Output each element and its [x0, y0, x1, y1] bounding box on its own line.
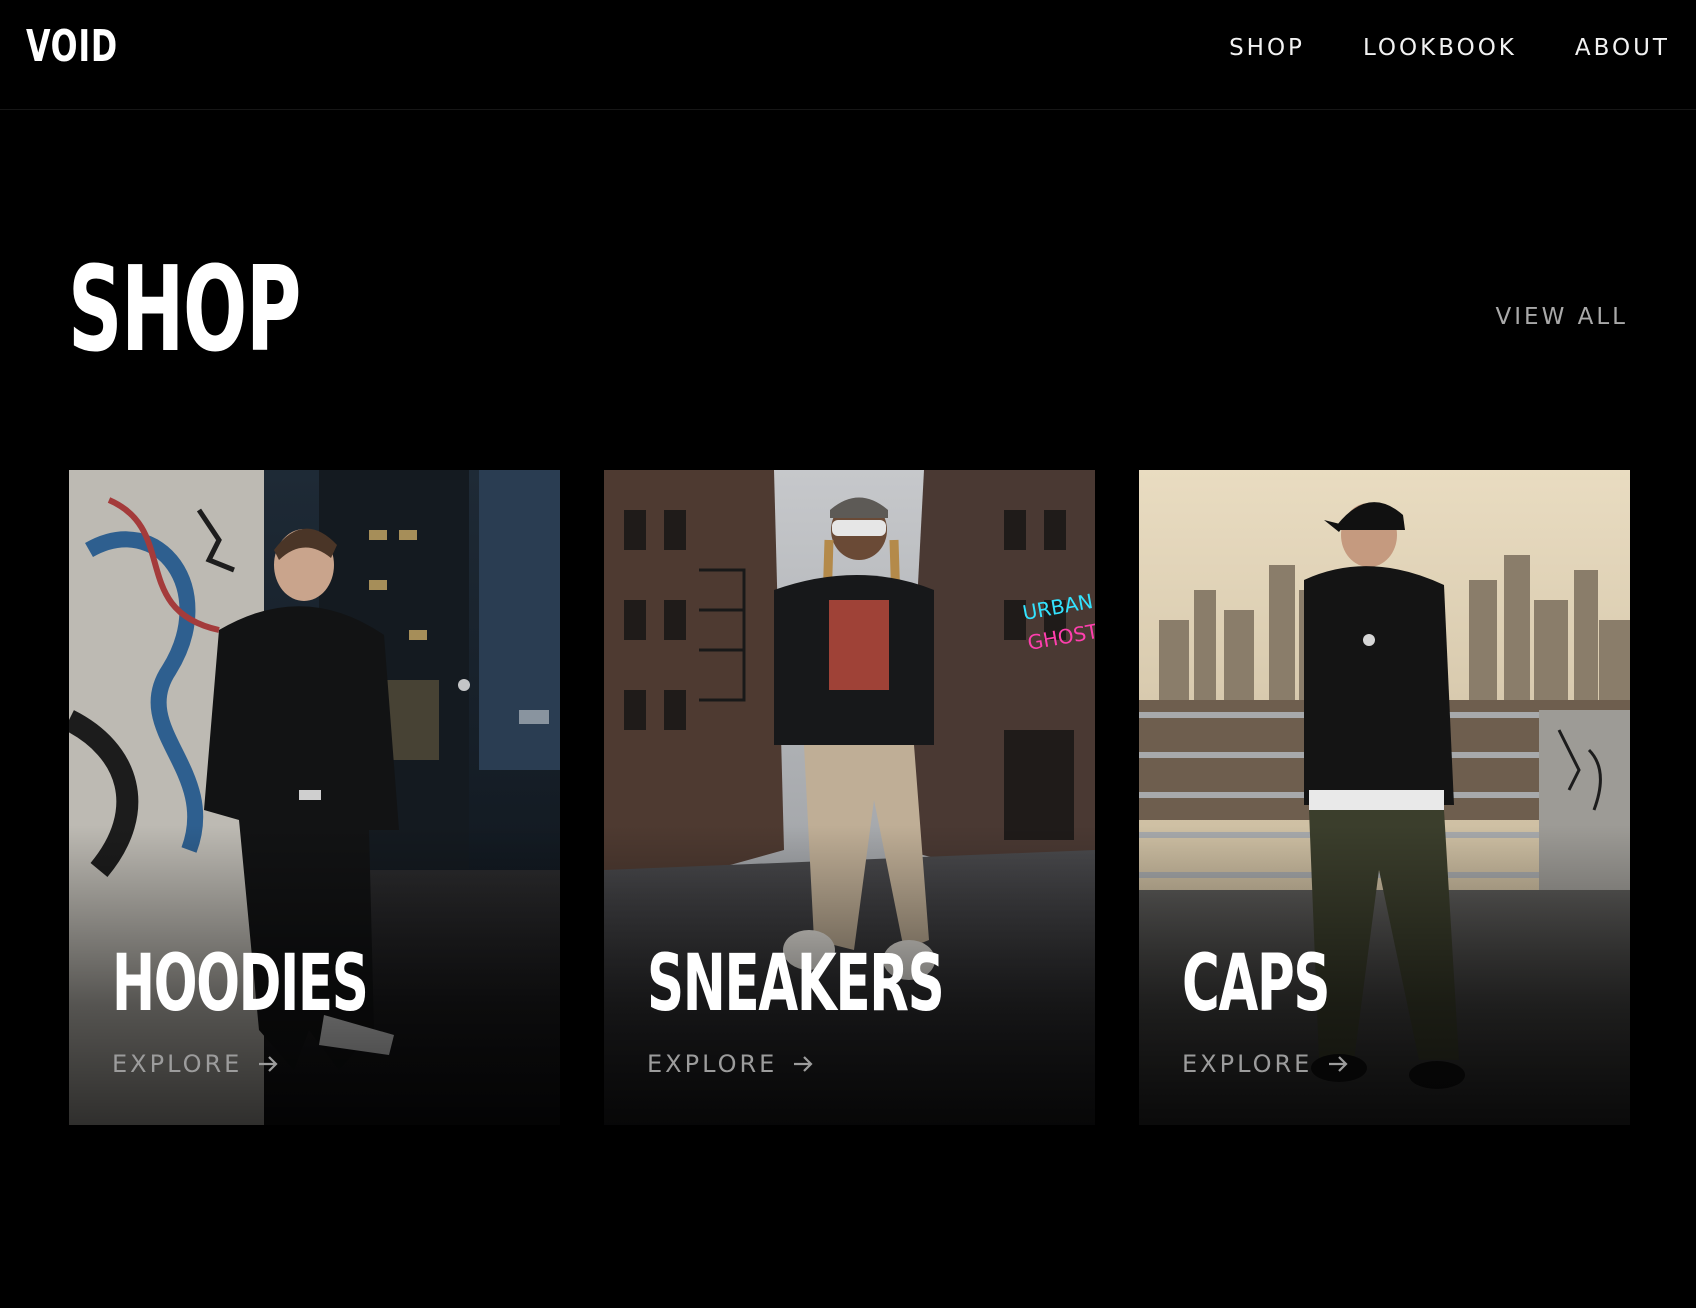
explore-link[interactable]: EXPLORE — [1182, 1050, 1350, 1078]
page-title: SHOP — [68, 240, 301, 378]
category-card-sneakers[interactable]: URBAN GHOST SNEAKERS EXPLORE — [604, 470, 1095, 1125]
card-title: HOODIES — [112, 939, 369, 1029]
arrow-right-icon — [1329, 1056, 1348, 1072]
explore-link[interactable]: EXPLORE — [112, 1050, 280, 1078]
arrow-right-icon — [794, 1056, 813, 1072]
arrow-right-icon — [259, 1056, 278, 1072]
explore-link[interactable]: EXPLORE — [647, 1050, 815, 1078]
nav-link-shop[interactable]: SHOP — [1229, 33, 1305, 63]
nav-link-lookbook[interactable]: LOOKBOOK — [1363, 33, 1517, 63]
category-card-caps[interactable]: CAPS EXPLORE — [1139, 470, 1630, 1125]
card-title: CAPS — [1182, 939, 1330, 1029]
category-grid: HOODIES EXPLORE URBAN GHOST SNEAKERS EXP… — [69, 470, 1630, 1125]
brand-logo[interactable]: VOID — [26, 22, 118, 72]
explore-label: EXPLORE — [1182, 1050, 1313, 1078]
explore-label: EXPLORE — [647, 1050, 778, 1078]
nav-link-about[interactable]: ABOUT — [1575, 33, 1670, 63]
category-card-hoodies[interactable]: HOODIES EXPLORE — [69, 470, 560, 1125]
view-all-link[interactable]: VIEW ALL — [1496, 304, 1628, 330]
card-title: SNEAKERS — [647, 939, 945, 1029]
main-nav: SHOP LOOKBOOK ABOUT — [1229, 33, 1670, 63]
top-navigation-bar: VOID SHOP LOOKBOOK ABOUT — [0, 0, 1696, 110]
explore-label: EXPLORE — [112, 1050, 243, 1078]
